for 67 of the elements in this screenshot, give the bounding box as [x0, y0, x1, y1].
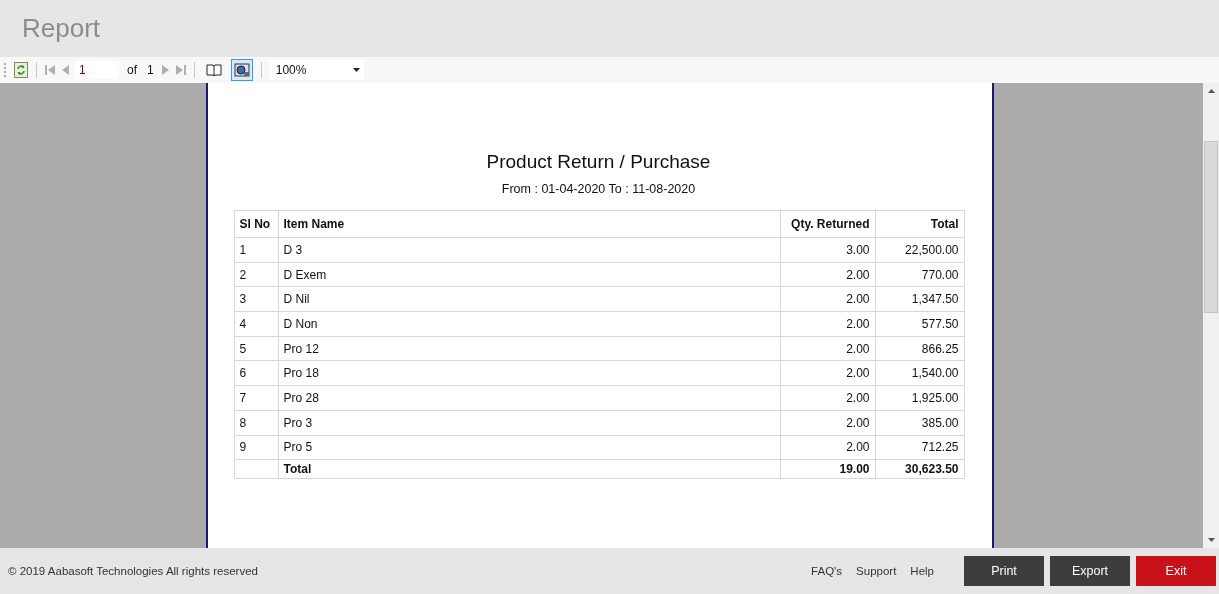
report-title: Product Return / Purchase — [485, 151, 712, 173]
table-cell: 3.00 — [780, 237, 875, 263]
page-input[interactable]: 1 — [75, 61, 119, 79]
table-cell: 9 — [234, 435, 278, 460]
table-cell: Pro 28 — [278, 385, 780, 411]
table-cell: D Nil — [278, 286, 780, 312]
table-cell: 3 — [234, 286, 278, 312]
table-cell: D Exem — [278, 262, 780, 287]
table-cell: Pro 18 — [278, 360, 780, 386]
column-header: Total — [875, 210, 964, 238]
table-cell: Pro 5 — [278, 435, 780, 460]
total-cell: 19.00 — [780, 459, 875, 479]
table-cell: 2 — [234, 262, 278, 287]
window-title: Report — [22, 13, 101, 44]
table-cell: 1 — [234, 237, 278, 263]
table-cell: 2.00 — [780, 336, 875, 361]
scroll-up-icon[interactable] — [1207, 89, 1215, 93]
total-cell: 30,623.50 — [875, 459, 964, 479]
table-cell: 5 — [234, 336, 278, 361]
table-cell: 1,925.00 — [875, 385, 964, 411]
table-cell: 2.00 — [780, 286, 875, 312]
table-cell: 2.00 — [780, 385, 875, 411]
table-cell: 2.00 — [780, 311, 875, 337]
table-cell: 6 — [234, 360, 278, 386]
table-cell: 22,500.00 — [875, 237, 964, 263]
footer-link[interactable]: Support — [856, 565, 897, 577]
column-header: Qty. Returned — [780, 210, 875, 238]
column-header: Sl No — [234, 210, 278, 238]
table-cell: 2.00 — [780, 262, 875, 287]
report-subtitle: From : 01-04-2020 To : 11-08-2020 — [500, 182, 697, 196]
refresh-icon[interactable] — [14, 62, 28, 78]
table-cell: 2.00 — [780, 360, 875, 386]
page-count: 1 — [146, 63, 155, 77]
table-cell: 4 — [234, 311, 278, 337]
table-cell: 770.00 — [875, 262, 964, 287]
table-cell: 712.25 — [875, 435, 964, 460]
total-cell: Total — [278, 459, 780, 479]
footer-button[interactable]: Print — [964, 556, 1044, 586]
table-cell: 385.00 — [875, 410, 964, 435]
next-page-icon[interactable] — [161, 64, 170, 76]
table-cell: D 3 — [278, 237, 780, 263]
copyright-text: © 2019 Aabasoft Technologies All rights reserved — [8, 565, 259, 577]
of-label: of — [126, 63, 138, 77]
table-cell: D Non — [278, 311, 780, 337]
table-cell: 2.00 — [780, 435, 875, 460]
scroll-down-icon[interactable] — [1207, 538, 1215, 542]
table-cell: 1,347.50 — [875, 286, 964, 312]
column-header: Item Name — [278, 210, 780, 238]
footer-button[interactable]: Export — [1050, 556, 1130, 586]
table-cell: Pro 3 — [278, 410, 780, 435]
first-page-icon[interactable] — [45, 64, 55, 76]
footer-button[interactable]: Exit — [1136, 556, 1216, 586]
table-cell: 7 — [234, 385, 278, 411]
table-cell: Pro 12 — [278, 336, 780, 361]
table-cell: 1,540.00 — [875, 360, 964, 386]
table-cell: 2.00 — [780, 410, 875, 435]
footer-link[interactable]: Help — [910, 565, 934, 577]
vertical-scrollbar[interactable] — [1203, 83, 1219, 548]
footer-link[interactable]: FAQ's — [811, 565, 843, 577]
table-cell: 577.50 — [875, 311, 964, 337]
previous-page-icon[interactable] — [61, 64, 69, 76]
page-setup-icon[interactable] — [230, 59, 253, 81]
table-cell: 8 — [234, 410, 278, 435]
table-cell: 866.25 — [875, 336, 964, 361]
last-page-icon[interactable] — [175, 64, 186, 76]
zoom-select[interactable]: 100% — [269, 60, 364, 80]
caret-icon — [352, 68, 360, 72]
